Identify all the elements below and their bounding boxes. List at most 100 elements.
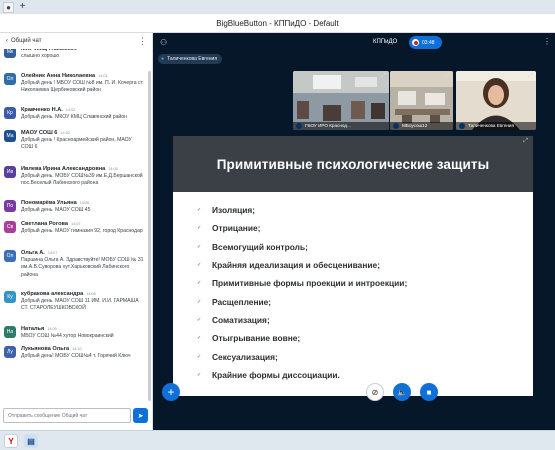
fullscreen-icon[interactable]: ⤢ <box>528 73 533 80</box>
slide-bullet-item: ✓ Всемогущий контроль; <box>197 238 407 256</box>
sender-name-text: МКУ ИМЦ Глазовкое <box>21 49 77 52</box>
chat-back-button[interactable]: ‹ Общий чат <box>6 38 42 44</box>
checkmark-icon: ✓ <box>197 207 202 214</box>
actions-plus-button[interactable]: + <box>162 383 180 401</box>
window-title-bar: BigBlueButton - КППиДО - Default <box>0 14 555 33</box>
message-time: 14:08 <box>86 292 96 296</box>
chat-message-text: Паршина Ольга А. Здравствуйте! МОБУ СОШ … <box>21 257 144 278</box>
message-time: 14:09 <box>47 327 57 331</box>
users-icon[interactable]: ⚇ <box>160 38 167 47</box>
recording-indicator[interactable]: 03:48 <box>409 36 442 49</box>
sender-name-text: Ивлева Ирина Александровна <box>21 166 106 172</box>
chat-title: Общий чат <box>11 38 42 44</box>
chat-sender-name: Светлана Рогова 14:07 <box>21 220 145 228</box>
sender-name-text: Пономарёва Ульяна <box>21 200 77 206</box>
send-icon: ➤ <box>137 412 144 420</box>
chat-message-text: Добрый день. МОБУ СОШ№39 им.Е.Д.Бершанск… <box>21 173 143 187</box>
sender-name-text: кубракова александра <box>21 291 84 297</box>
chat-sender-name: Кравченко Н.А. 14:02 <box>21 106 145 114</box>
more-options-icon[interactable]: ⋮ <box>138 36 147 47</box>
recording-time: 03:48 <box>422 39 435 46</box>
sender-name-text: Наталья <box>21 326 45 332</box>
chat-input-placeholder: Отправить сообщение Общий чат <box>8 412 88 419</box>
avatar: На <box>4 326 16 338</box>
avatar: Кр <box>4 107 16 119</box>
webcam-tile[interactable]: ⤢ Таличенкова Евгения <box>456 71 536 130</box>
fullscreen-icon[interactable]: ⤢ <box>381 73 386 80</box>
chat-sender-name: Ольга А. 14:07 <box>21 249 145 257</box>
slide-bullet-item: ✓ Соматизация; <box>197 311 407 329</box>
new-tab-button[interactable]: + <box>17 2 28 13</box>
chat-message: Ма МАОУ СОШ 6 14:02 Добрый день ! Красноарм… <box>0 129 147 152</box>
send-message-button[interactable]: ➤ <box>133 408 148 423</box>
avatar: Ол <box>4 250 16 262</box>
sender-name-text: Олейник Анна Николаевна <box>21 73 96 79</box>
chevron-left-icon: ‹ <box>6 38 8 44</box>
audio-muted-icon: 🔈 <box>397 387 407 397</box>
options-menu-icon[interactable]: ⋮ <box>543 37 551 46</box>
avatar: Ма <box>4 130 16 142</box>
slide-title: Примитивные психологические защиты <box>216 156 490 172</box>
chat-message: По Пономарёва Ульяна 14:06 Добрый день. МАО… <box>0 199 147 214</box>
message-time: 14:07 <box>70 222 81 226</box>
conference-title: КППиДО <box>373 39 398 45</box>
presentation-slide: Примитивные психологические защиты ⤢ ✓ Из… <box>173 136 533 396</box>
slide-bullet-text: Примитивные формы проекции и интроекции; <box>212 278 408 289</box>
sender-name-text: Кравченко Н.А. <box>21 107 63 113</box>
checkmark-icon: ✓ <box>197 298 202 305</box>
slide-header: Примитивные психологические защиты <box>173 136 533 192</box>
presenter-indicator: ● Таличенкова Евгения <box>158 54 223 64</box>
chat-sender-name: Лукьянова Ольга 14:10 <box>21 345 145 353</box>
chat-message: Ол Ольга А. 14:07 Паршина Ольга А. Здравств… <box>0 249 147 279</box>
slide-bullet-item: ✓ Сексуализация; <box>197 347 407 365</box>
message-time: 14:05 <box>108 167 118 171</box>
slide-bullet-item: ✓ Примитивные формы проекции и интроекции… <box>197 274 407 292</box>
globe-icon: ● <box>6 2 11 12</box>
slide-bullet-text: Всемогущий контроль; <box>212 241 308 252</box>
slide-bullet-item: ✓ Отыгрывание вовне; <box>197 329 407 347</box>
chat-message: Ку кубракова александра 14:08 Добрый день. … <box>0 290 147 313</box>
file-explorer-icon[interactable]: ▤ <box>24 434 38 448</box>
slide-bullet-text: Соматизация; <box>212 314 270 325</box>
webcam-tile[interactable]: ⤢ МБоусош12 <box>390 71 453 130</box>
chat-header: ‹ Общий чат ⋮ <box>0 33 152 49</box>
checkmark-icon: ✓ <box>197 262 202 269</box>
avatar: Ив <box>4 166 16 178</box>
chat-message: Ол Олейник Анна Николаевна 14:01 Добрый ден… <box>0 72 147 95</box>
chat-sender-name: Пономарёва Ульяна 14:06 <box>21 199 145 207</box>
chat-message: Кр Кравченко Н.А. 14:02 Добрый день. МКОУ К… <box>0 106 147 121</box>
chat-message: Св Светлана Рогова 14:07 Добрый день. МАОУ … <box>0 220 147 235</box>
screen-share-icon: ⊘ <box>371 387 379 397</box>
webcam-tile[interactable]: ⤢ ГБОУ ИРО Краснод... <box>293 71 389 130</box>
avatar: Мк <box>4 49 16 58</box>
presenter-name: Таличенкова Евгения <box>167 56 218 62</box>
message-time: 14:06 <box>79 201 90 205</box>
avatar: Ол <box>4 73 16 85</box>
webcam-label: МБоусош12 <box>390 122 453 130</box>
chat-sender-name: Олейник Анна Николаевна 14:01 <box>21 72 145 80</box>
fullscreen-icon[interactable]: ⤢ <box>523 138 528 145</box>
chat-message-text: Добрый день. МАОУ гимназия 92, город Кра… <box>21 228 143 234</box>
webcam-label: Таличенкова Евгения <box>456 122 536 130</box>
video-icon: ■ <box>426 387 432 397</box>
sender-name-text: Светлана Рогова <box>21 221 68 227</box>
fullscreen-icon[interactable]: ⤢ <box>445 73 450 80</box>
screen-share-button[interactable]: ⊘ <box>366 383 384 401</box>
chat-message-input[interactable]: Отправить сообщение Общий чат <box>3 408 131 423</box>
audio-button[interactable]: 🔈 <box>393 383 411 401</box>
sender-name-text: Ольга А. <box>21 250 45 256</box>
chat-scrollbar[interactable] <box>148 71 151 401</box>
checkmark-icon: ✓ <box>197 243 202 250</box>
avatar: Лу <box>4 346 16 358</box>
chat-messages: Мк МКУ ИМЦ Глазовкое слышно хорошо Ол Олейни… <box>0 49 147 404</box>
browser-tab[interactable]: ● <box>3 1 14 13</box>
message-time: 14:02 <box>65 108 76 112</box>
video-button[interactable]: ■ <box>420 383 438 401</box>
sender-name-text: МАОУ СОШ 6 <box>21 130 58 136</box>
slide-bullet-text: Расщепление; <box>212 296 272 307</box>
yandex-browser-icon[interactable]: Y <box>4 434 18 448</box>
chat-panel: ‹ Общий чат ⋮ Мк МКУ ИМЦ Глазовкое слышно … <box>0 33 153 430</box>
microphone-icon: ● <box>161 56 165 62</box>
record-icon <box>412 39 419 46</box>
sender-name-text: Лукьянова Ольга <box>21 346 70 352</box>
